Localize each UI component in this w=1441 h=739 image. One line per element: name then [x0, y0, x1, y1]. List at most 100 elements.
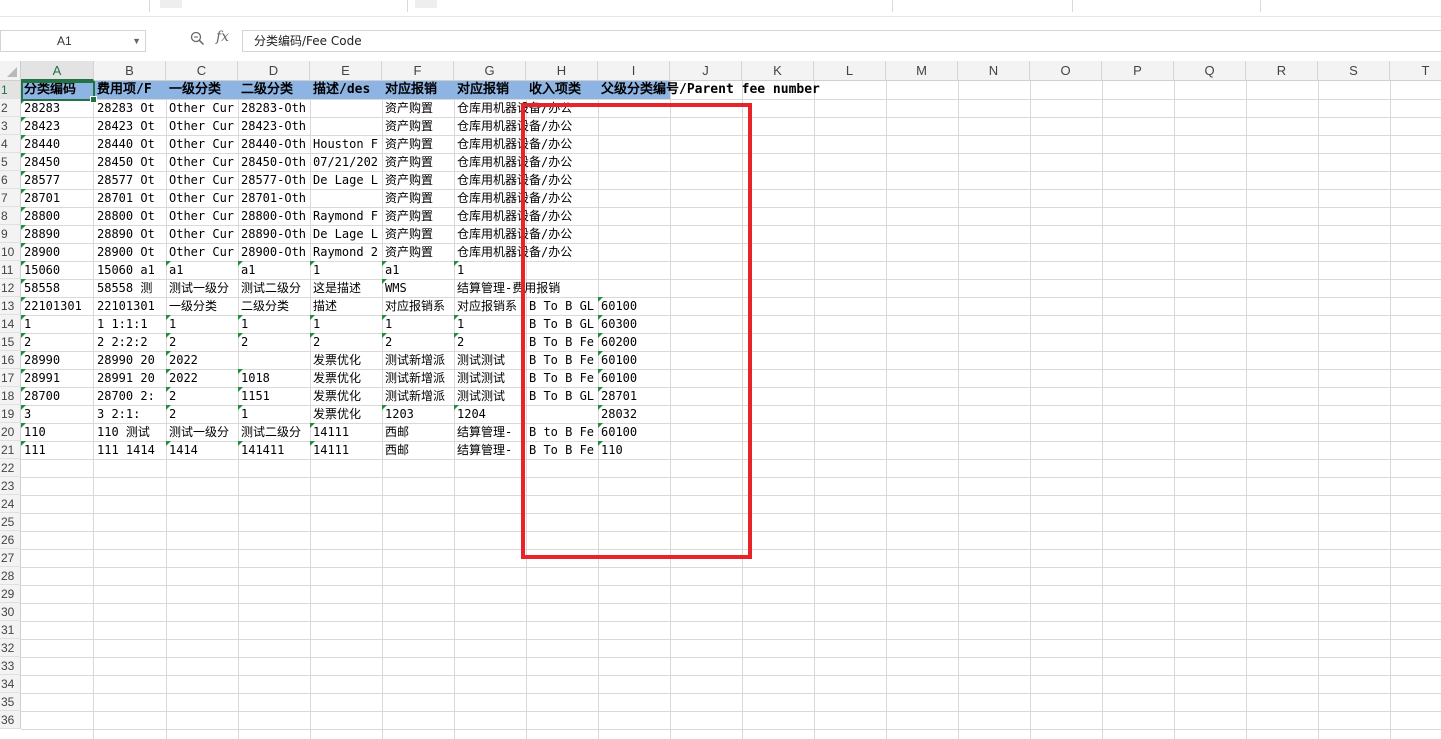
table-cell[interactable]: 22101301 — [21, 297, 93, 315]
table-cell[interactable]: 111 — [21, 441, 93, 459]
table-cell[interactable]: 1414 — [166, 441, 238, 459]
table-cell[interactable]: 结算管理- — [454, 441, 526, 459]
row-header-25[interactable]: 25 — [0, 513, 21, 531]
row-header-1[interactable]: 1 — [0, 81, 21, 99]
row-header-2[interactable]: 2 — [0, 99, 21, 117]
table-cell[interactable]: 07/21/202 — [310, 153, 382, 171]
column-header-g[interactable]: G — [454, 61, 526, 81]
table-cell[interactable]: 60100 — [598, 423, 670, 441]
table-cell[interactable]: 1203 — [382, 405, 454, 423]
table-cell[interactable]: 2022 — [166, 351, 238, 369]
table-cell[interactable]: Raymond F — [310, 207, 382, 225]
function-icon[interactable]: fx — [216, 29, 229, 45]
row-header-35[interactable]: 35 — [0, 693, 21, 711]
table-cell[interactable]: 测试一级分 — [166, 423, 238, 441]
table-cell[interactable]: 28700 — [21, 387, 93, 405]
table-cell[interactable]: 西邮 — [382, 441, 454, 459]
row-header-33[interactable]: 33 — [0, 657, 21, 675]
table-cell[interactable] — [526, 261, 598, 279]
row-header-14[interactable]: 14 — [0, 315, 21, 333]
header-cell-e[interactable]: 描述/des — [310, 81, 382, 99]
table-cell[interactable]: 60100 — [598, 351, 670, 369]
column-header-f[interactable]: F — [382, 61, 454, 81]
table-cell[interactable]: 仓库用机器设备/办公 — [454, 225, 572, 243]
table-cell[interactable]: 28283-Oth — [238, 99, 310, 117]
row-header-23[interactable]: 23 — [0, 477, 21, 495]
table-cell[interactable] — [238, 351, 310, 369]
spreadsheet-grid[interactable]: A B C D E F G H I J K L M N O P Q R S T 1 2 3 4 5 6 7 8 9 10 11 12 13 14 1… — [0, 61, 1441, 739]
table-cell[interactable]: 28423 Ot — [94, 117, 166, 135]
table-cell[interactable]: 15060 — [21, 261, 93, 279]
table-cell[interactable]: 西邮 — [382, 423, 454, 441]
table-cell[interactable]: 仓库用机器设备/办公 — [454, 207, 572, 225]
column-header-a[interactable]: A — [21, 61, 94, 81]
table-cell[interactable]: 1 — [454, 261, 526, 279]
header-cell-i[interactable]: 父级分类编号/Parent fee number — [598, 81, 820, 99]
column-header-i[interactable]: I — [598, 61, 670, 81]
row-header-7[interactable]: 7 — [0, 189, 21, 207]
row-header-32[interactable]: 32 — [0, 639, 21, 657]
table-cell[interactable]: 28701-Oth — [238, 189, 310, 207]
table-cell[interactable]: 28283 — [21, 99, 93, 117]
select-all-corner[interactable] — [0, 61, 21, 81]
table-cell[interactable]: 28577-Oth — [238, 171, 310, 189]
table-cell[interactable]: 14111 — [310, 441, 382, 459]
table-cell[interactable]: Other Cur — [166, 189, 238, 207]
row-header-15[interactable]: 15 — [0, 333, 21, 351]
table-cell[interactable]: B To B Fe — [526, 333, 598, 351]
column-header-q[interactable]: Q — [1174, 61, 1246, 81]
table-cell[interactable]: 2 2:2:2 — [94, 333, 166, 351]
row-header-19[interactable]: 19 — [0, 405, 21, 423]
table-cell[interactable]: 28701 — [598, 387, 670, 405]
row-header-12[interactable]: 12 — [0, 279, 21, 297]
table-cell[interactable]: De Lage L — [310, 171, 382, 189]
table-cell[interactable]: 141411 — [238, 441, 310, 459]
table-cell[interactable]: 仓库用机器设备/办公 — [454, 117, 572, 135]
table-cell[interactable]: B To B Fe — [526, 369, 598, 387]
table-cell[interactable]: 28450-Oth — [238, 153, 310, 171]
table-cell[interactable]: 28900 Ot — [94, 243, 166, 261]
row-header-11[interactable]: 11 — [0, 261, 21, 279]
table-cell[interactable] — [310, 99, 382, 117]
table-cell[interactable]: 1 — [166, 315, 238, 333]
table-cell[interactable]: 3 2:1: — [94, 405, 166, 423]
table-cell[interactable]: a1 — [166, 261, 238, 279]
table-cell[interactable]: 测试测试 — [454, 351, 526, 369]
table-cell[interactable] — [598, 261, 670, 279]
table-cell[interactable]: 测试一级分 — [166, 279, 238, 297]
table-cell[interactable]: 22101301 — [94, 297, 166, 315]
table-cell[interactable]: 110 — [21, 423, 93, 441]
table-cell[interactable]: B To B Fe — [526, 351, 598, 369]
column-header-b[interactable]: B — [94, 61, 166, 81]
column-header-p[interactable]: P — [1102, 61, 1174, 81]
row-header-16[interactable]: 16 — [0, 351, 21, 369]
table-cell[interactable]: 1151 — [238, 387, 310, 405]
row-header-9[interactable]: 9 — [0, 225, 21, 243]
table-cell[interactable]: Houston F — [310, 135, 382, 153]
table-cell[interactable]: 1 1:1:1 — [94, 315, 166, 333]
table-cell[interactable]: 60300 — [598, 315, 670, 333]
table-cell[interactable]: 资产购置 — [382, 117, 454, 135]
table-cell[interactable] — [310, 189, 382, 207]
column-header-t[interactable]: T — [1390, 61, 1441, 81]
row-header-4[interactable]: 4 — [0, 135, 21, 153]
table-cell[interactable]: 发票优化 — [310, 351, 382, 369]
table-cell[interactable]: 资产购置 — [382, 243, 454, 261]
column-header-c[interactable]: C — [166, 61, 238, 81]
table-cell[interactable]: B to B Fe — [526, 423, 598, 441]
row-header-34[interactable]: 34 — [0, 675, 21, 693]
row-header-18[interactable]: 18 — [0, 387, 21, 405]
column-header-n[interactable]: N — [958, 61, 1030, 81]
table-cell[interactable]: Other Cur — [166, 135, 238, 153]
table-cell[interactable]: 58558 — [21, 279, 93, 297]
table-cell[interactable]: 111 1414 — [94, 441, 166, 459]
table-cell[interactable]: 60100 — [598, 369, 670, 387]
column-header-l[interactable]: L — [814, 61, 886, 81]
header-cell-f[interactable]: 对应报销 — [382, 81, 454, 99]
table-cell[interactable]: 仓库用机器设备/办公 — [454, 99, 572, 117]
table-cell[interactable]: 60100 — [598, 297, 670, 315]
table-cell[interactable]: 资产购置 — [382, 171, 454, 189]
row-header-30[interactable]: 30 — [0, 603, 21, 621]
table-cell[interactable]: 28440 Ot — [94, 135, 166, 153]
row-header-20[interactable]: 20 — [0, 423, 21, 441]
